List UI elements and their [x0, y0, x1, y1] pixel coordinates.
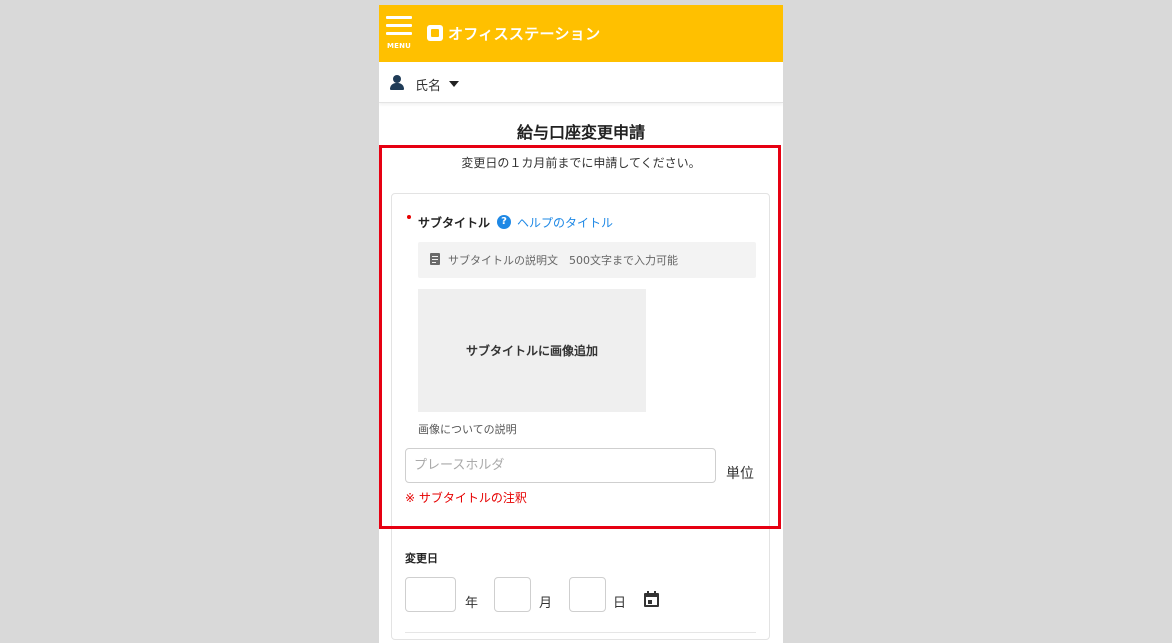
day-unit: 日 [613, 596, 627, 611]
required-icon [407, 215, 411, 219]
help-link[interactable]: ヘルプのタイトル [517, 214, 613, 231]
day-input[interactable] [569, 577, 606, 612]
content-area: 給与口座変更申請 変更日の１カ月前までに申請してください。 サブタイトル ? ヘ… [379, 0, 783, 643]
notice-text: 変更日の１カ月前までに申請してください。 [461, 156, 701, 170]
image-caption: 画像についての説明 [418, 423, 517, 436]
year-input[interactable] [405, 577, 456, 612]
date-label: 変更日 [405, 552, 438, 565]
description-box: サブタイトルの説明文 500文字まで入力可能 [418, 242, 756, 278]
help-icon[interactable]: ? [497, 215, 511, 229]
month-input[interactable] [494, 577, 531, 612]
add-image-button[interactable]: サブタイトルに画像追加 [418, 289, 646, 412]
year-unit: 年 [465, 596, 479, 611]
subtitle-input[interactable] [405, 448, 716, 483]
divider [405, 632, 756, 633]
unit-label: 単位 [726, 466, 754, 482]
annotation-text: ※ サブタイトルの注釈 [405, 491, 527, 505]
document-icon [430, 253, 440, 265]
description-text: サブタイトルの説明文 500文字まで入力可能 [448, 254, 678, 267]
page-title: 給与口座変更申請 [516, 123, 645, 142]
add-image-label: サブタイトルに画像追加 [465, 344, 598, 358]
calendar-icon[interactable] [644, 591, 659, 607]
subtitle-label: サブタイトル [418, 216, 491, 230]
month-unit: 月 [539, 596, 553, 611]
